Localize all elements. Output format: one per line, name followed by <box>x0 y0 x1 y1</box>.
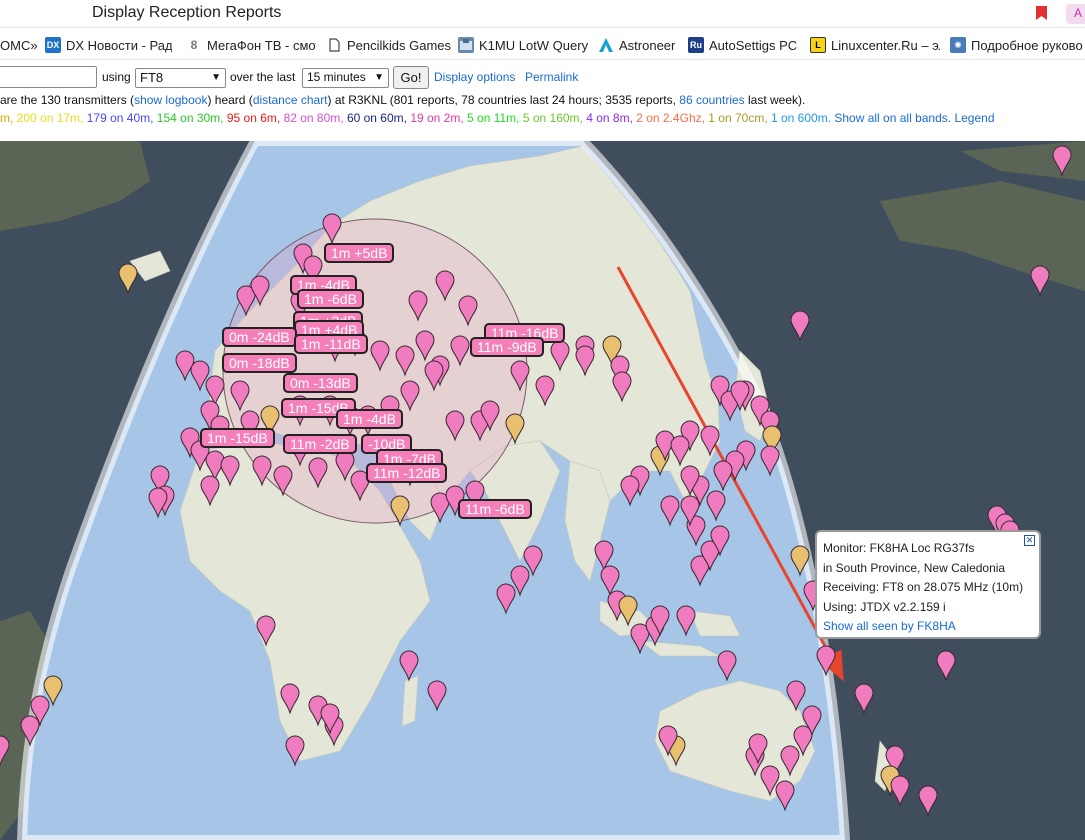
period-select-value: 15 minutes <box>307 70 366 84</box>
go-button[interactable]: Go! <box>393 66 429 89</box>
bookmark-item[interactable]: ✺ Подробное руково <box>950 36 1085 54</box>
band-filter-item[interactable]: 2 on 2.4Ghz, <box>636 111 708 125</box>
mode-select-value: FT8 <box>140 70 164 85</box>
bookmark-label: DX Новости - Радио <box>66 37 172 53</box>
band-filter-item[interactable]: 1 on 70cm, <box>708 111 771 125</box>
gear-icon: ✺ <box>950 37 966 53</box>
info-location: in South Province, New Caledonia <box>823 560 1006 575</box>
show-all-seen-link[interactable]: Show all seen by FK8HA <box>823 619 956 633</box>
band-filter-item[interactable]: 179 on 40m, <box>87 111 157 125</box>
band-filter-item[interactable]: 5 on 11m, <box>467 111 523 125</box>
lotw-icon <box>458 37 474 53</box>
page-icon <box>326 37 342 53</box>
band-filter-item[interactable]: 154 on 30m, <box>157 111 227 125</box>
signal-label[interactable]: 11m -6dB <box>458 499 532 519</box>
monitor-info-window: ✕ Monitor: FK8HA Loc RG37fs in South Pro… <box>815 530 1041 639</box>
linuxcenter-icon: L <box>810 37 826 53</box>
band-filter-line: m, 200 on 17m, 179 on 40m, 154 on 30m, 9… <box>0 111 995 125</box>
reception-map[interactable]: 1m +5dB 1m -4dB 1m -6dB 1m +2dB 1m +4dB … <box>0 141 1085 840</box>
summary-text: last week). <box>744 93 806 107</box>
bookmark-icon[interactable] <box>1036 6 1047 20</box>
display-options-link[interactable]: Display options <box>434 70 515 84</box>
band-filter-item[interactable]: 200 on 17m, <box>17 111 87 125</box>
signal-label[interactable]: 1m -6dB <box>297 289 364 309</box>
page-title: Display Reception Reports <box>92 4 282 21</box>
bookmark-item[interactable]: L Linuxcenter.Ru – эл <box>810 36 940 54</box>
signal-label[interactable]: 11m -2dB <box>283 434 357 454</box>
signal-label[interactable]: 11m -9dB <box>470 337 544 357</box>
chevron-down-icon: ▼ <box>374 72 384 83</box>
bookmark-item[interactable]: Astroneer <box>598 36 684 54</box>
bookmark-label: Pencilkids Games <box>347 37 452 53</box>
over-the-last-label: over the last <box>230 70 296 84</box>
summary-line: are the 130 transmitters (show logbook) … <box>0 93 805 107</box>
profile-badge[interactable]: A <box>1066 4 1085 24</box>
info-using: Using: JTDX v2.2.159 i <box>823 599 946 614</box>
using-label: using <box>102 70 131 84</box>
bookmark-item[interactable]: ОМС» <box>0 36 42 54</box>
band-filter-item[interactable]: 60 on 60m, <box>347 111 410 125</box>
period-select[interactable]: 15 minutes ▼ <box>302 68 389 88</box>
controls-panel: using FT8 ▼ over the last 15 minutes ▼ G… <box>0 60 1085 140</box>
bookmark-label: МегаФон ТВ - смотр <box>207 37 316 53</box>
summary-text: ) heard ( <box>207 93 253 107</box>
map-canvas <box>0 141 1085 840</box>
bookmark-item[interactable]: DX DX Новости - Радио <box>45 36 172 54</box>
band-filter-item[interactable]: 95 on 6m, <box>227 111 284 125</box>
close-icon[interactable]: ✕ <box>1024 535 1035 546</box>
permalink-link[interactable]: Permalink <box>525 70 578 84</box>
bookmark-item[interactable]: K1MU LotW Query <box>458 36 588 54</box>
bookmark-label: Astroneer <box>619 37 676 53</box>
bookmark-item[interactable]: Pencilkids Games <box>326 36 452 54</box>
band-filter-item[interactable]: 1 on 600m. <box>771 111 834 125</box>
bookmark-label: ОМС» <box>0 37 38 53</box>
band-filter-item[interactable]: 19 on 2m, <box>410 111 467 125</box>
astroneer-icon <box>598 37 614 53</box>
bookmark-label: Подробное руково <box>971 37 1083 53</box>
band-filter-item[interactable]: 82 on 80m, <box>284 111 347 125</box>
mode-select[interactable]: FT8 ▼ <box>135 68 226 88</box>
signal-label[interactable]: 11m -12dB <box>366 463 448 483</box>
legend-link[interactable]: Legend <box>954 111 994 125</box>
bookmark-item[interactable]: Ru AutoSettigs PC <box>688 36 802 54</box>
chevron-down-icon: ▼ <box>211 72 221 83</box>
bookmark-label: AutoSettigs PC <box>709 37 798 53</box>
bookmark-label: Linuxcenter.Ru – эл <box>831 37 940 53</box>
bookmarks-bar: ОМС» DX DX Новости - Радио 8 МегаФон ТВ … <box>0 28 1085 60</box>
show-logbook-link[interactable]: show logbook <box>134 93 207 107</box>
bookmark-label: K1MU LotW Query <box>479 37 588 53</box>
band-filter-item[interactable]: m, <box>0 111 17 125</box>
distance-chart-link[interactable]: distance chart <box>253 93 328 107</box>
signal-label[interactable]: 0m -24dB <box>222 327 297 347</box>
info-monitor: Monitor: FK8HA Loc RG37fs <box>823 541 975 555</box>
dx-icon: DX <box>45 37 61 53</box>
bookmark-item[interactable]: 8 МегаФон ТВ - смотр <box>186 36 316 54</box>
band-filter-item[interactable]: 4 on 8m, <box>586 111 636 125</box>
megafon-icon: 8 <box>190 38 198 52</box>
info-receiving: Receiving: FT8 on 28.075 MHz (10m) <box>823 580 1024 594</box>
signal-label[interactable]: 1m -4dB <box>336 409 403 429</box>
countries-link[interactable]: 86 countries <box>679 93 744 107</box>
callsign-input[interactable] <box>0 66 97 88</box>
summary-text: are the 130 transmitters ( <box>0 93 135 107</box>
ru-icon: Ru <box>688 37 704 53</box>
summary-text: ) at R3KNL (801 reports, 78 countries la… <box>327 93 680 107</box>
signal-label[interactable]: 0m -13dB <box>283 373 358 393</box>
band-filter-item[interactable]: 5 on 160m, <box>523 111 586 125</box>
signal-label[interactable]: 1m -15dB <box>200 428 275 448</box>
show-all-bands-link[interactable]: Show all on all bands. <box>834 111 951 125</box>
signal-label[interactable]: 0m -18dB <box>222 353 297 373</box>
browser-tab-bar: Display Reception Reports A <box>0 0 1085 28</box>
signal-label[interactable]: 1m +5dB <box>324 243 395 263</box>
signal-label[interactable]: 1m -11dB <box>294 334 368 354</box>
